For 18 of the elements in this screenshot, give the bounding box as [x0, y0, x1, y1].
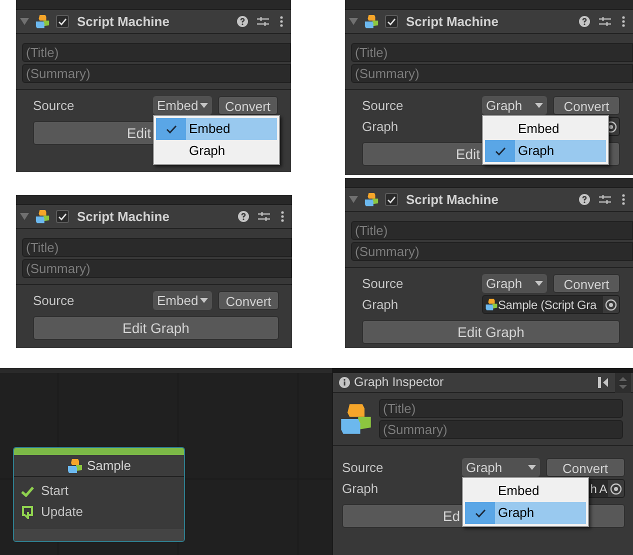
- panel-title: Graph Inspector: [354, 374, 444, 392]
- graph-label: Graph: [342, 480, 380, 498]
- graph-value: Sample (Script Gra: [498, 296, 596, 313]
- source-label: Source: [362, 96, 404, 115]
- port-label: Update: [41, 503, 83, 522]
- source-label: Source: [33, 292, 76, 310]
- source-label: Source: [33, 96, 76, 115]
- port-label: Start: [41, 482, 68, 500]
- component-title: Script Machine: [77, 12, 170, 31]
- source-label: Source: [342, 458, 384, 477]
- node-title: Sample: [86, 456, 132, 475]
- graph-label: Graph: [362, 118, 400, 136]
- component-title: Script Machine: [406, 12, 498, 31]
- graph-label: Graph: [362, 296, 400, 314]
- graph-value: h A: [590, 480, 607, 497]
- component-title: Script Machine: [77, 208, 170, 226]
- source-label: Source: [362, 274, 404, 293]
- component-title: Script Machine: [406, 190, 498, 209]
